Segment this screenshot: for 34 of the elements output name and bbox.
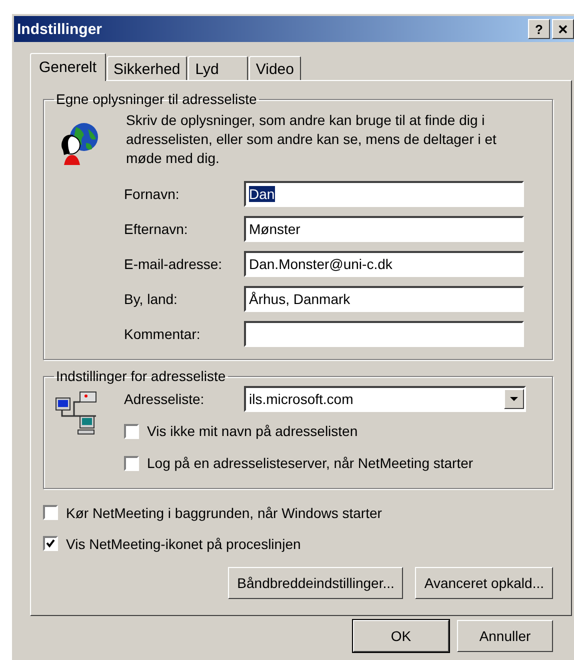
window-title: Indstillinger — [17, 20, 102, 38]
field-label: By, land: — [124, 291, 178, 307]
field-label: Efternavn: — [124, 221, 189, 237]
help-button[interactable]: ? — [528, 19, 550, 39]
field-label: E-mail-adresse: — [124, 256, 224, 272]
field-label: Fornavn: — [124, 186, 180, 202]
checkbox-label: Vis ikke mit navn på adresselisten — [147, 423, 358, 439]
group-title: Indstillinger for adresseliste — [55, 368, 227, 384]
dropdown[interactable]: ils.microsoft.com — [244, 386, 526, 412]
input-field[interactable]: Århus, Danmark — [244, 286, 524, 312]
group-title: Egne oplysninger til adresseliste — [55, 91, 258, 107]
cancel-button[interactable]: Annuller — [457, 620, 553, 652]
checkbox-label: Kør NetMeeting i baggrunden, når Windows starter — [66, 504, 382, 520]
ok-button[interactable]: OK — [353, 620, 449, 652]
checkbox-label: Vis NetMeeting-ikonet på proceslinjen — [66, 536, 301, 552]
settings-button[interactable]: Båndbreddeindstillinger... — [228, 567, 404, 599]
input-field[interactable]: Dan — [244, 181, 524, 207]
input-field[interactable] — [244, 321, 524, 347]
field-label: Adresseliste: — [124, 391, 206, 407]
checkbox[interactable] — [124, 456, 139, 470]
tab[interactable]: Lyd — [188, 56, 248, 80]
settings-button[interactable]: Avanceret opkald... — [415, 567, 553, 599]
checkbox[interactable] — [43, 536, 58, 551]
description-text: Skriv de oplysninger, som andre kan bruge til at finde dig i adresselisten, eller som andre kan se, mens de deltager i et møde med dig. — [126, 111, 498, 168]
checkbox[interactable] — [124, 424, 139, 438]
checkbox-label: Log på en adresselisteserver, når NetMeeting starter — [147, 455, 474, 471]
close-button[interactable]: ✕ — [552, 19, 574, 39]
tab[interactable]: Sikkerhed — [106, 56, 188, 80]
tab[interactable]: Video — [248, 56, 301, 80]
field-label: Kommentar: — [124, 326, 202, 342]
input-field[interactable]: Dan.Monster@uni-c.dk — [244, 251, 524, 277]
input-field[interactable]: Mønster — [244, 216, 524, 242]
checkbox[interactable] — [43, 505, 58, 520]
tab[interactable]: Generelt — [30, 53, 106, 81]
